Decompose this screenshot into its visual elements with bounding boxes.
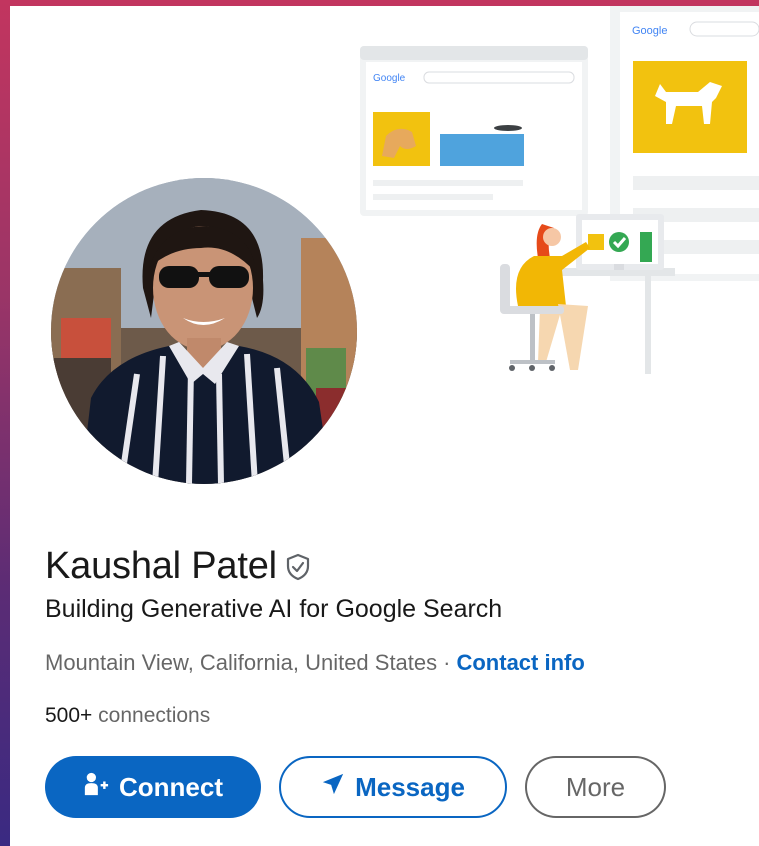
- connect-label: Connect: [119, 771, 223, 802]
- profile-location: Mountain View, California, United States: [45, 650, 438, 675]
- more-button[interactable]: More: [525, 756, 666, 818]
- shield-check-icon[interactable]: [285, 553, 311, 581]
- banner-google-large: Google: [632, 25, 667, 37]
- profile-name: Kaushal Patel: [45, 544, 277, 587]
- banner-google-small: Google: [373, 73, 406, 84]
- profile-location-row: Mountain View, California, United States…: [45, 650, 585, 676]
- profile-actions: Connect Message More: [45, 756, 666, 818]
- add-person-icon: [83, 771, 109, 804]
- profile-card: Google Google Kaushal Patel Building Gen…: [10, 6, 759, 846]
- profile-avatar[interactable]: [51, 178, 357, 484]
- location-separator: ·: [443, 650, 451, 675]
- profile-name-row: Kaushal Patel: [45, 542, 311, 590]
- banner-small-browser: Google: [360, 46, 588, 216]
- connect-button[interactable]: Connect: [45, 756, 261, 818]
- contact-info-link[interactable]: Contact info: [456, 650, 584, 675]
- profile-headline: Building Generative AI for Google Search: [45, 595, 503, 623]
- message-label: Message: [355, 771, 465, 802]
- profile-connections[interactable]: 500+ connections: [45, 704, 210, 728]
- connections-label: connections: [98, 704, 211, 727]
- send-arrow-icon: [321, 772, 345, 803]
- connections-count: 500+: [45, 704, 93, 727]
- more-label: More: [565, 771, 626, 802]
- avatar-photo: [51, 178, 357, 484]
- message-button[interactable]: Message: [279, 756, 507, 818]
